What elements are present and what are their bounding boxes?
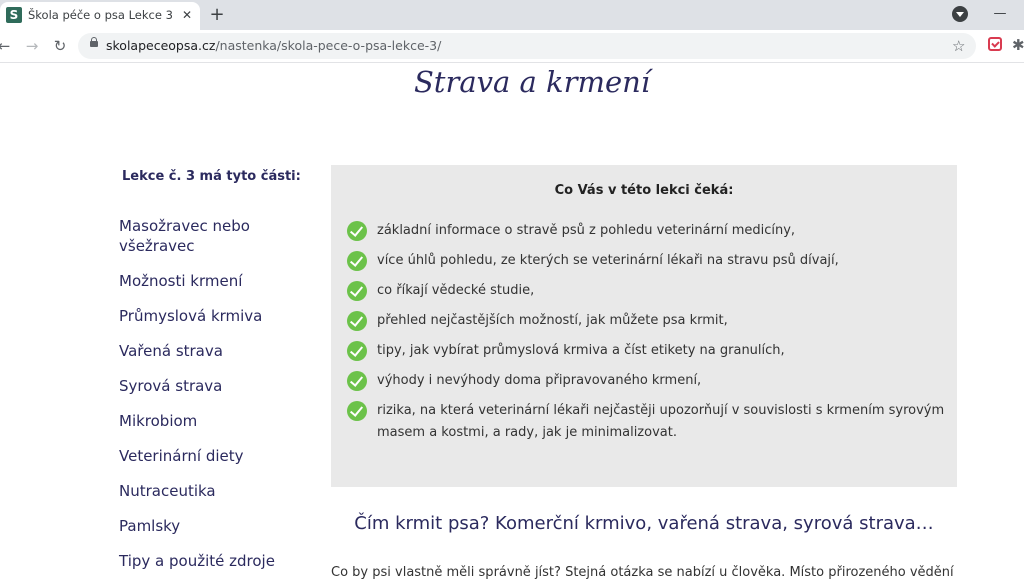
check-circle-icon bbox=[347, 311, 367, 331]
check-circle-icon bbox=[347, 281, 367, 301]
sidebar-link[interactable]: Vařená strava bbox=[119, 342, 223, 360]
checklist-text: přehled nejčastějších možností, jak může… bbox=[377, 313, 728, 328]
reload-icon[interactable]: ↻ bbox=[50, 36, 70, 56]
browser-toolbar: ← → ↻ skolapeceopsa.cz/nastenka/skola-pe… bbox=[0, 30, 1024, 63]
pocket-extension-icon[interactable] bbox=[988, 37, 1002, 51]
sidebar-item-mikrobiom[interactable]: Mikrobiom bbox=[119, 411, 309, 431]
checklist-item: více úhlů pohledu, ze kterých se veterin… bbox=[347, 250, 947, 272]
lesson-overview-box: Co Vás v této lekci čeká: základní infor… bbox=[331, 165, 957, 487]
sidebar-item-veterinarni-diety[interactable]: Veterinární diety bbox=[119, 446, 309, 466]
page-title: Strava a krmení bbox=[413, 65, 651, 99]
checklist-item: přehled nejčastějších možností, jak může… bbox=[347, 310, 947, 332]
sidebar-link[interactable]: Tipy a použité zdroje bbox=[119, 552, 275, 570]
url-path: /nastenka/skola-pece-o-psa-lekce-3/ bbox=[215, 38, 442, 53]
tab-strip: S Škola péče o psa Lekce 3 | Škola p ✕ +… bbox=[0, 0, 1024, 30]
section-heading: Čím krmit psa? Komerční krmivo, vařená s… bbox=[354, 513, 934, 534]
checklist-text: více úhlů pohledu, ze kterých se veterin… bbox=[377, 253, 839, 268]
tab-title: Škola péče o psa Lekce 3 | Škola p bbox=[28, 8, 176, 22]
check-circle-icon bbox=[347, 401, 367, 421]
browser-tab[interactable]: S Škola péče o psa Lekce 3 | Škola p ✕ bbox=[0, 2, 200, 30]
sidebar-item-moznosti-krmeni[interactable]: Možnosti krmení bbox=[119, 271, 309, 291]
overview-title: Co Vás v této lekci čeká: bbox=[554, 183, 734, 198]
sidebar-item-nutraceutika[interactable]: Nutraceutika bbox=[119, 481, 309, 501]
minimize-window-button[interactable]: — bbox=[990, 4, 1010, 24]
checklist-item: tipy, jak vybírat průmyslová krmiva a čí… bbox=[347, 340, 947, 362]
sidebar-item-syrova-strava[interactable]: Syrová strava bbox=[119, 376, 309, 396]
lock-icon[interactable] bbox=[90, 37, 98, 47]
checklist-text: základní informace o stravě psů z pohled… bbox=[377, 223, 796, 238]
extensions-puzzle-icon[interactable]: ✱ bbox=[1012, 34, 1024, 56]
sidebar-link[interactable]: Veterinární diety bbox=[119, 447, 244, 465]
check-circle-icon bbox=[347, 221, 367, 241]
url-domain: skolapeceopsa.cz bbox=[106, 38, 216, 53]
sidebar-link[interactable]: Pamlsky bbox=[119, 517, 180, 535]
checklist-text: rizika, na která veterinární lékaři nejč… bbox=[377, 403, 945, 440]
checklist-item: rizika, na která veterinární lékaři nejč… bbox=[347, 400, 947, 444]
checklist-item: co říkají vědecké studie, bbox=[347, 280, 947, 302]
back-arrow-icon[interactable]: ← bbox=[0, 36, 14, 56]
intro-paragraph: Co by psi vlastně měli správně jíst? Ste… bbox=[331, 565, 954, 580]
url-text[interactable]: skolapeceopsa.cz/nastenka/skola-pece-o-p… bbox=[106, 38, 441, 53]
bookmark-star-icon[interactable]: ☆ bbox=[952, 35, 965, 57]
sidebar-link[interactable]: Masožravec nebo všežravec bbox=[119, 217, 250, 255]
profile-menu-icon[interactable] bbox=[952, 6, 968, 22]
lesson-parts-nav: Masožravec nebo všežravec Možnosti krmen… bbox=[119, 216, 309, 586]
sidebar-item-prumyslova-krmiva[interactable]: Průmyslová krmiva bbox=[119, 306, 309, 326]
overview-checklist: základní informace o stravě psů z pohled… bbox=[347, 220, 947, 452]
sidebar-link[interactable]: Syrová strava bbox=[119, 377, 222, 395]
site-favicon-icon: S bbox=[6, 7, 22, 23]
sidebar-item-pamlsky[interactable]: Pamlsky bbox=[119, 516, 309, 536]
checklist-text: výhody i nevýhody doma připravovaného kr… bbox=[377, 373, 702, 388]
sidebar-link[interactable]: Nutraceutika bbox=[119, 482, 216, 500]
check-circle-icon bbox=[347, 371, 367, 391]
sidebar-link[interactable]: Mikrobiom bbox=[119, 412, 197, 430]
sidebar-link[interactable]: Průmyslová krmiva bbox=[119, 307, 262, 325]
sidebar-item-varena-strava[interactable]: Vařená strava bbox=[119, 341, 309, 361]
checklist-text: co říkají vědecké studie, bbox=[377, 283, 535, 298]
check-circle-icon bbox=[347, 341, 367, 361]
sidebar-title: Lekce č. 3 má tyto části: bbox=[122, 169, 301, 184]
new-tab-button[interactable]: + bbox=[206, 4, 228, 26]
sidebar-item-masozravec[interactable]: Masožravec nebo všežravec bbox=[119, 216, 309, 256]
address-bar[interactable]: skolapeceopsa.cz/nastenka/skola-pece-o-p… bbox=[78, 33, 976, 59]
checklist-text: tipy, jak vybírat průmyslová krmiva a čí… bbox=[377, 343, 785, 358]
sidebar-link[interactable]: Možnosti krmení bbox=[119, 272, 242, 290]
checklist-item: základní informace o stravě psů z pohled… bbox=[347, 220, 947, 242]
sidebar-item-tipy-zdroje[interactable]: Tipy a použité zdroje bbox=[119, 551, 309, 571]
forward-arrow-icon[interactable]: → bbox=[22, 36, 42, 56]
check-circle-icon bbox=[347, 251, 367, 271]
checklist-item: výhody i nevýhody doma připravovaného kr… bbox=[347, 370, 947, 392]
tab-close-icon[interactable]: ✕ bbox=[178, 6, 196, 24]
